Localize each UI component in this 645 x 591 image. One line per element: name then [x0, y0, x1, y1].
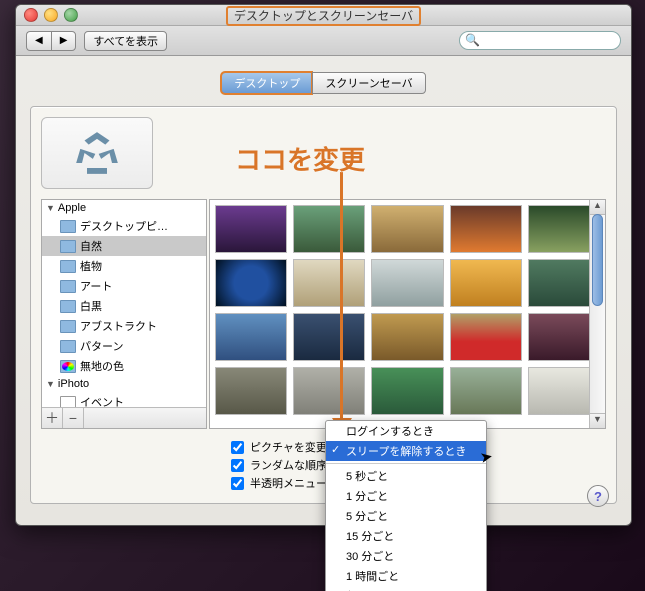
recycle-icon — [72, 128, 122, 178]
dropdown-item-5sec[interactable]: 5 秒ごと — [326, 466, 486, 486]
event-icon — [60, 396, 76, 408]
sidebar-item-desktop-pictures[interactable]: デスクトップピ… — [42, 216, 206, 236]
thumbnails-scrollbar[interactable]: ▲ ▼ — [589, 200, 605, 428]
dropdown-item-15min[interactable]: 15 分ごと — [326, 526, 486, 546]
sidebar-item-art[interactable]: アート — [42, 276, 206, 296]
prefs-window: デスクトップとスクリーンセーバ ◀ ▶ すべてを表示 🔍 デスクトップ スクリー… — [15, 4, 632, 526]
titlebar: デスクトップとスクリーンセーバ — [16, 5, 631, 26]
thumbnail[interactable] — [215, 313, 287, 361]
translucent-menu-checkbox[interactable] — [231, 477, 244, 490]
help-button[interactable]: ? — [587, 485, 609, 507]
thumbnail[interactable] — [293, 259, 365, 307]
folder-icon — [60, 280, 76, 293]
thumbnail[interactable] — [371, 313, 443, 361]
search-input[interactable] — [459, 31, 621, 50]
sidebar-footer: ＋ − — [42, 407, 206, 428]
sidebar-item-plants[interactable]: 植物 — [42, 256, 206, 276]
sidebar-group-iphoto[interactable]: ▼iPhoto — [42, 376, 206, 392]
dropdown-item-wake[interactable]: スリープを解除するとき — [326, 441, 486, 461]
scroll-down-icon[interactable]: ▼ — [590, 413, 605, 428]
dropdown-separator — [326, 463, 486, 464]
thumbnails-grid: ▲ ▼ — [209, 199, 606, 429]
dropdown-item-5min[interactable]: 5 分ごと — [326, 506, 486, 526]
sidebar-item-nature[interactable]: 自然 — [42, 236, 206, 256]
remove-source-button[interactable]: − — [63, 408, 84, 428]
dropdown-item-daily[interactable]: 毎日 — [326, 586, 486, 591]
nav-back-forward: ◀ ▶ — [26, 31, 76, 51]
window-title: デスクトップとスクリーンセーバ — [226, 6, 421, 26]
folder-icon — [60, 220, 76, 233]
thumbnail[interactable] — [215, 367, 287, 415]
scrollbar-thumb[interactable] — [592, 214, 603, 306]
thumbnail[interactable] — [215, 205, 287, 253]
thumbnail[interactable] — [293, 367, 365, 415]
random-order-checkbox[interactable] — [231, 459, 244, 472]
folder-icon — [60, 320, 76, 333]
forward-button[interactable]: ▶ — [51, 31, 77, 51]
random-order-label: ランダムな順序 — [250, 457, 327, 473]
add-source-button[interactable]: ＋ — [42, 408, 63, 428]
sidebar-group-apple[interactable]: ▼Apple — [42, 200, 206, 216]
folder-icon — [60, 260, 76, 273]
back-button[interactable]: ◀ — [26, 31, 51, 51]
thumbnail[interactable] — [450, 367, 522, 415]
thumbnail[interactable] — [450, 313, 522, 361]
search-field: 🔍 — [459, 31, 621, 50]
annotation-text: ココを変更 — [235, 140, 365, 177]
thumbnail[interactable] — [293, 313, 365, 361]
thumbnail[interactable] — [371, 367, 443, 415]
annotation-arrow — [340, 172, 343, 422]
sidebar-item-abstract[interactable]: アブストラクト — [42, 316, 206, 336]
tabs: デスクトップ スクリーンセーバ — [30, 72, 617, 94]
dropdown-item-login[interactable]: ログインするとき — [326, 421, 486, 441]
thumbnail[interactable] — [215, 259, 287, 307]
options: ピクチャを変更： ランダムな順序 半透明メニュー — [41, 439, 606, 491]
translucent-menu-label: 半透明メニュー — [250, 475, 327, 491]
dropdown-item-1min[interactable]: 1 分ごと — [326, 486, 486, 506]
thumbnail[interactable] — [371, 259, 443, 307]
chevron-right-icon: ▶ — [60, 35, 68, 46]
sidebar-item-solid[interactable]: 無地の色 — [42, 356, 206, 376]
thumbnail[interactable] — [450, 205, 522, 253]
show-all-button[interactable]: すべてを表示 — [84, 31, 167, 51]
tab-desktop[interactable]: デスクトップ — [221, 72, 312, 94]
disclosure-down-icon: ▼ — [46, 203, 55, 213]
dropdown-item-1hour[interactable]: 1 時間ごと — [326, 566, 486, 586]
desktop-preview — [41, 117, 153, 189]
sidebar-item-bw[interactable]: 白黒 — [42, 296, 206, 316]
search-icon: 🔍 — [465, 33, 480, 47]
folder-icon — [60, 300, 76, 313]
color-wheel-icon — [60, 360, 76, 373]
change-picture-checkbox[interactable] — [231, 441, 244, 454]
folder-icon — [60, 340, 76, 353]
sidebar-item-patterns[interactable]: パターン — [42, 336, 206, 356]
scroll-up-icon[interactable]: ▲ — [590, 200, 605, 215]
thumbnail[interactable] — [450, 259, 522, 307]
thumbnail[interactable] — [371, 205, 443, 253]
chevron-left-icon: ◀ — [35, 35, 43, 46]
folder-icon — [60, 240, 76, 253]
tab-screensaver[interactable]: スクリーンセーバ — [312, 72, 425, 94]
toolbar: ◀ ▶ すべてを表示 🔍 — [16, 26, 631, 56]
thumbnail[interactable] — [293, 205, 365, 253]
disclosure-down-icon: ▼ — [46, 379, 55, 389]
source-sidebar: ▼Apple デスクトップピ… 自然 植物 アート 白黒 アブストラクト パター… — [41, 199, 207, 429]
dropdown-item-30min[interactable]: 30 分ごと — [326, 546, 486, 566]
change-interval-dropdown: ログインするとき スリープを解除するとき 5 秒ごと 1 分ごと 5 分ごと 1… — [325, 420, 487, 591]
sidebar-item-events[interactable]: イベント — [42, 392, 206, 407]
